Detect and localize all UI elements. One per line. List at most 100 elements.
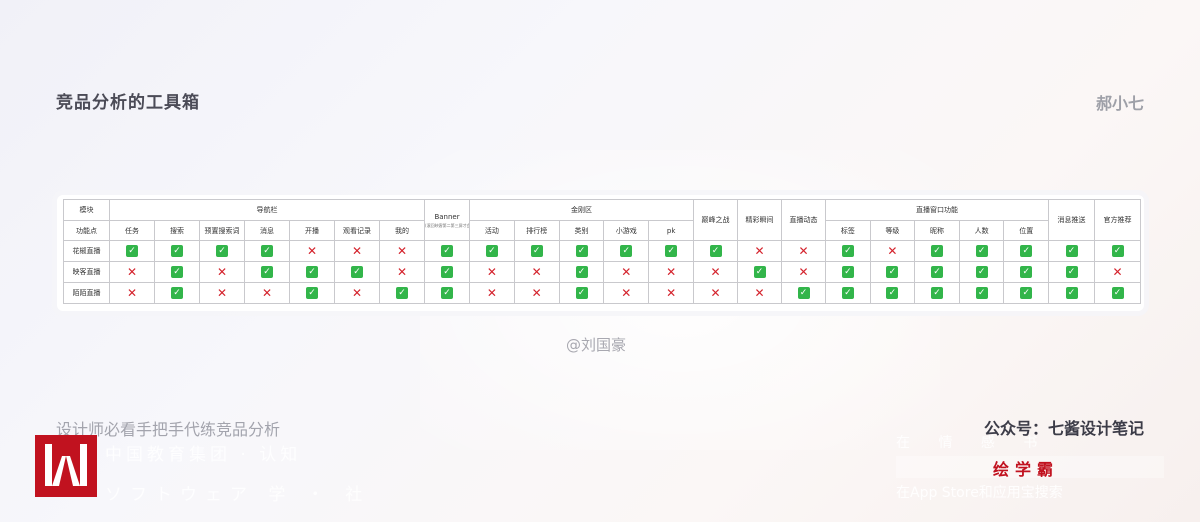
- table-cell: ✓: [558, 261, 605, 283]
- table-cell: ✓: [424, 240, 471, 262]
- table-cell: ✓: [1048, 240, 1096, 262]
- table-cell: ✓: [914, 240, 960, 262]
- table-cell: ✓: [513, 240, 560, 262]
- feature-nav-go-live: 开播: [289, 220, 335, 241]
- table-cell: ✕: [737, 240, 783, 262]
- table-cell: ✓: [469, 240, 515, 262]
- cross-icon: ✕: [666, 265, 677, 279]
- table-cell: ✓: [1003, 240, 1050, 262]
- table-cell: ✕: [378, 240, 426, 262]
- feature-header-cell: 功能点: [63, 220, 110, 241]
- check-icon: ✓: [171, 266, 183, 278]
- cross-icon: ✕: [396, 244, 408, 258]
- ghost-overlay-text-4: 在App Store和应用宝搜索: [896, 485, 1063, 501]
- feature-kingkong-activity: 活动: [469, 220, 515, 241]
- feature-nav-messages: 消息: [244, 220, 290, 241]
- check-icon: ✓: [753, 266, 766, 278]
- table-cell: ✕: [199, 282, 245, 304]
- table-cell: ✕: [869, 240, 916, 262]
- table-cell: ✓: [1094, 282, 1142, 304]
- cross-icon: ✕: [126, 265, 138, 279]
- cross-icon: ✕: [351, 286, 363, 300]
- banner-note: (滚回映客第二第三屏才会出现): [425, 222, 469, 228]
- page-title: 竞品分析的工具箱: [56, 93, 200, 113]
- check-icon: ✓: [841, 266, 854, 278]
- check-icon: ✓: [261, 266, 273, 278]
- group-header-live-feed: 直播动态: [781, 199, 827, 241]
- group-header-banner: Banner (滚回映客第二第三屏才会出现): [424, 199, 471, 241]
- banner-label: Banner: [434, 212, 460, 221]
- feature-live-location: 位置: [1003, 220, 1050, 241]
- table-cell: ✓: [737, 261, 783, 283]
- check-icon: ✓: [709, 245, 722, 257]
- feature-live-nickname: 昵称: [914, 220, 960, 241]
- table-row: 花椒直播 ✓ ✓ ✓ ✓ ✕ ✕ ✕ ✓ ✓ ✓ ✓ ✓ ✓ ✓ ✕ ✕ ✓ ✕ ✓ ✓ ✓ ✓ ✓: [63, 240, 1142, 262]
- table-cell: ✕: [244, 282, 290, 304]
- table-cell: ✓: [825, 240, 871, 262]
- check-icon: ✓: [886, 266, 899, 278]
- table-cell: ✕: [334, 240, 380, 262]
- check-icon: ✓: [306, 266, 318, 278]
- cross-icon: ✕: [531, 286, 542, 300]
- cross-icon: ✕: [261, 286, 273, 300]
- cross-icon: ✕: [216, 286, 228, 300]
- header-row-modules: 模块 导航栏 Banner (滚回映客第二第三屏才会出现) 金刚区 巅峰之战 精…: [63, 199, 1142, 241]
- cross-icon: ✕: [486, 265, 497, 279]
- group-header-kingkong: 金刚区: [469, 199, 695, 221]
- check-icon: ✓: [665, 245, 678, 257]
- cross-icon: ✕: [126, 286, 138, 300]
- check-icon: ✓: [441, 266, 454, 278]
- check-icon: ✓: [1111, 287, 1124, 299]
- ghost-overlay-text-3: 在 情 感 书: [896, 435, 1050, 451]
- table-cell: ✓: [914, 261, 960, 283]
- check-icon: ✓: [931, 266, 944, 278]
- table-cell: ✓: [914, 282, 960, 304]
- check-icon: ✓: [886, 287, 899, 299]
- check-icon: ✓: [261, 245, 273, 257]
- feature-nav-history: 观看记录: [334, 220, 380, 241]
- table-cell: ✓: [1048, 282, 1096, 304]
- check-icon: ✓: [841, 287, 854, 299]
- cross-icon: ✕: [216, 265, 228, 279]
- table-cell: ✕: [513, 282, 560, 304]
- cross-icon: ✕: [351, 244, 363, 258]
- table-cell: ✓: [378, 282, 426, 304]
- table-cell: ✓: [334, 261, 380, 283]
- group-header-official: 官方推荐: [1094, 199, 1142, 241]
- check-icon: ✓: [1065, 287, 1078, 299]
- table-cell: ✕: [469, 282, 515, 304]
- check-icon: ✓: [441, 245, 454, 257]
- cross-icon: ✕: [1112, 265, 1123, 279]
- table-cell: ✓: [289, 261, 335, 283]
- check-icon: ✓: [216, 245, 228, 257]
- table-row: 陌陌直播 ✕ ✓ ✕ ✕ ✓ ✕ ✓ ✓ ✕ ✕ ✓ ✕ ✕ ✕ ✕ ✓ ✓ ✓ ✓ ✓ ✓ ✓ ✓: [63, 282, 1142, 304]
- feature-live-tag: 标签: [825, 220, 871, 241]
- check-icon: ✓: [441, 287, 454, 299]
- feature-kingkong-category: 类别: [558, 220, 605, 241]
- check-icon: ✓: [351, 266, 363, 278]
- table-cell: ✓: [648, 240, 695, 262]
- cross-icon: ✕: [531, 265, 542, 279]
- check-icon: ✓: [841, 245, 854, 257]
- cross-icon: ✕: [754, 244, 765, 258]
- group-header-live-window: 直播窗口功能: [825, 199, 1050, 221]
- table-cell: ✓: [244, 261, 290, 283]
- table-cell: ✓: [825, 282, 871, 304]
- check-icon: ✓: [171, 287, 183, 299]
- check-icon: ✓: [575, 287, 588, 299]
- table-cell: ✓: [558, 240, 605, 262]
- cross-icon: ✕: [798, 244, 809, 258]
- ghost-overlay-text-2: ソフトウェア 学 ・ 社: [105, 485, 371, 505]
- table-cell: ✕: [289, 240, 335, 262]
- table-cell: ✕: [378, 261, 426, 283]
- check-icon: ✓: [975, 266, 988, 278]
- check-icon: ✓: [306, 287, 318, 299]
- cross-icon: ✕: [396, 265, 408, 279]
- header-row-features: 功能点 任务 搜索 预置搜索词 消息 开播 观看记录 我的 活动 排行榜 类别 …: [63, 220, 1141, 241]
- table-cell: ✓: [958, 282, 1005, 304]
- table-cell: ✓: [1003, 261, 1050, 283]
- cross-icon: ✕: [710, 265, 721, 279]
- author-name: 郝小七: [1095, 94, 1144, 113]
- table-cell: ✓: [199, 240, 245, 262]
- table-cell: ✕: [693, 261, 739, 283]
